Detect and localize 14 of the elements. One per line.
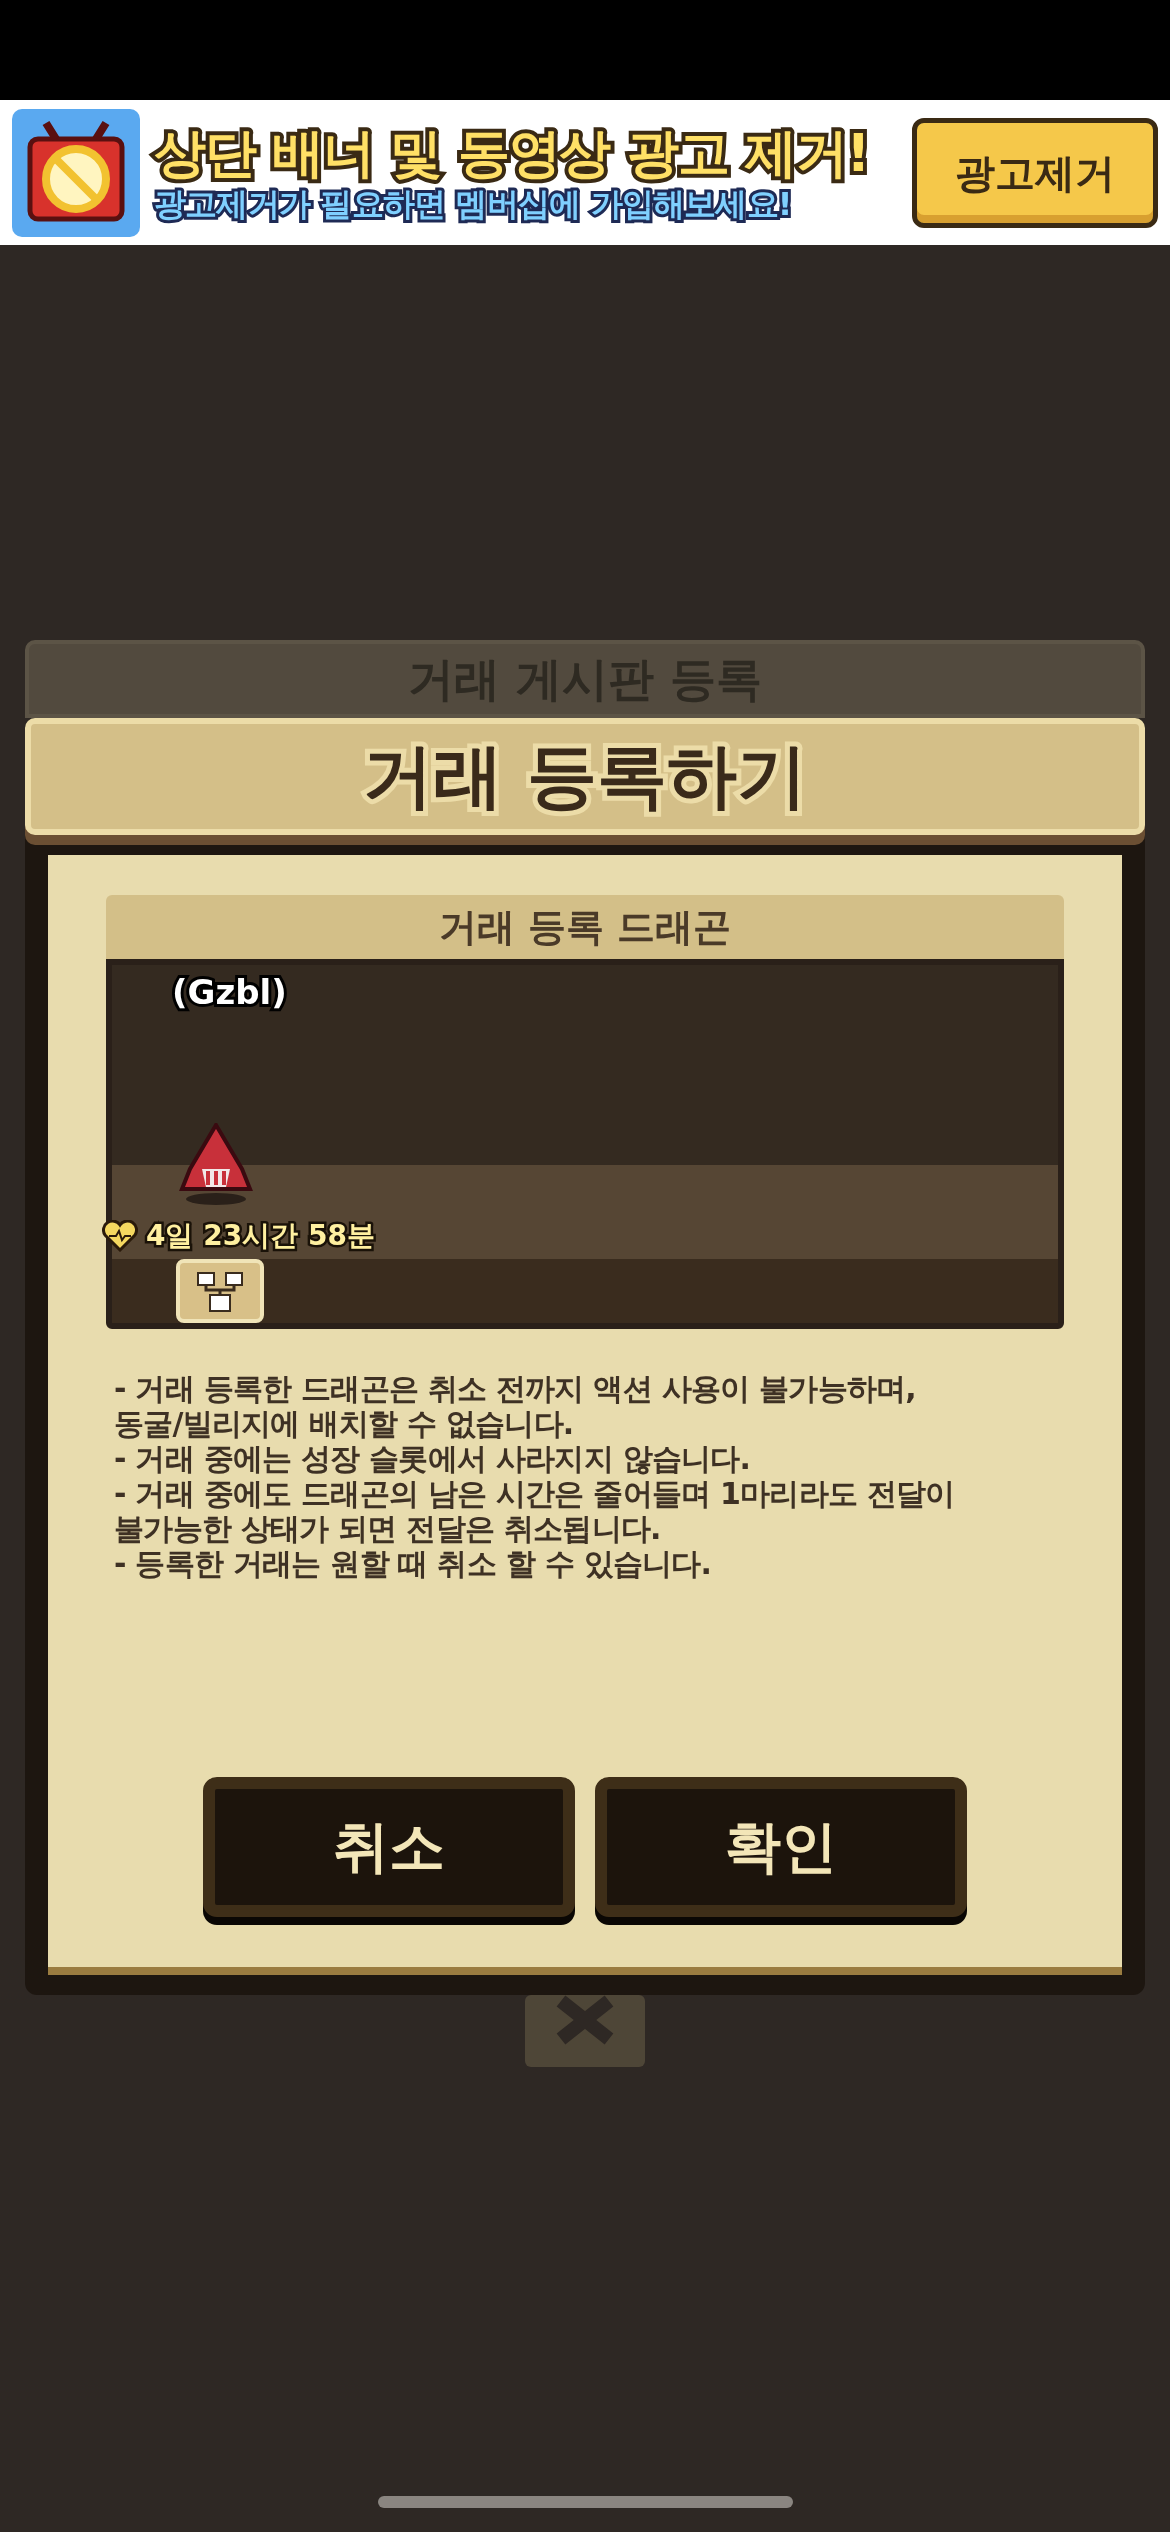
remove-ads-button[interactable]: 광고제거 <box>912 117 1158 228</box>
banner-title: 상단 배너 및 동영상 광고 제거! <box>154 121 870 184</box>
close-icon <box>525 1995 645 2067</box>
banner-subtitle: 광고제거가 필요하면 멤버십에 가입해보세요! <box>154 183 793 224</box>
notice-text: - 거래 중에도 드래곤의 남은 시간은 줄어들며 1마리라도 전달이 불가능한 상태가 되면 전달은 취소됩니다. <box>114 1476 956 1546</box>
dialog-title: 거래 등록하기 <box>362 734 808 819</box>
notice-text: - 거래 등록한 드래곤은 취소 전까지 액션 사용이 불가능하며, 동굴/빌리지에 배치할 수 없습니다. <box>114 1371 917 1441</box>
dragon-timer: 4일 23시간 58분 <box>146 1218 375 1254</box>
notice-text: - 등록한 거래는 원할 때 취소 할 수 있습니다. <box>114 1546 713 1581</box>
no-ads-icon <box>12 108 140 237</box>
notice-text: - 거래 중에는 성장 슬롯에서 사라지지 않습니다. <box>114 1441 752 1476</box>
section-title: 거래 등록 드래곤 <box>438 903 732 951</box>
dragon-name: (Gzbl) <box>172 972 287 1012</box>
heart-icon <box>102 1220 138 1252</box>
